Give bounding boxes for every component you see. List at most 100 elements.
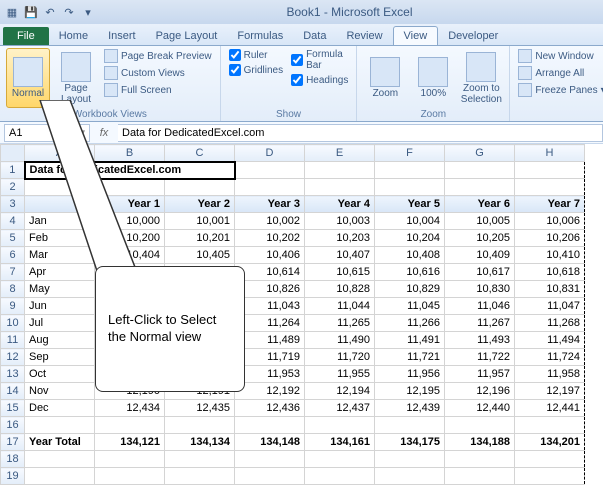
cell[interactable]: 10,614 xyxy=(235,264,305,281)
cell[interactable]: 11,268 xyxy=(515,315,585,332)
cell[interactable]: 10,406 xyxy=(235,247,305,264)
cell[interactable]: 12,194 xyxy=(305,383,375,400)
ruler-checkbox[interactable]: Ruler xyxy=(227,48,285,62)
cell[interactable]: 11,265 xyxy=(305,315,375,332)
cell[interactable]: 12,435 xyxy=(165,400,235,417)
cell[interactable]: 10,005 xyxy=(445,213,515,230)
new-window-button[interactable]: New Window xyxy=(516,48,603,64)
row-header[interactable]: 15 xyxy=(1,400,25,417)
cell[interactable]: 11,045 xyxy=(375,298,445,315)
cell[interactable]: 134,148 xyxy=(235,434,305,451)
cell[interactable]: 10,006 xyxy=(515,213,585,230)
cell[interactable]: 10,615 xyxy=(305,264,375,281)
cell[interactable]: 134,134 xyxy=(165,434,235,451)
tab-review[interactable]: Review xyxy=(336,27,392,45)
cell[interactable]: 10,200 xyxy=(95,230,165,247)
worksheet-grid[interactable]: ABCDEFGH1Data for DedicatedExcel.com23Ye… xyxy=(0,144,603,485)
arrange-all-button[interactable]: Arrange All xyxy=(516,65,603,81)
cell[interactable]: 10,004 xyxy=(375,213,445,230)
cell[interactable]: 10,206 xyxy=(515,230,585,247)
cell[interactable]: 10,001 xyxy=(165,213,235,230)
cell[interactable] xyxy=(25,196,95,213)
cell[interactable]: 11,047 xyxy=(515,298,585,315)
tab-home[interactable]: Home xyxy=(49,27,98,45)
full-screen-button[interactable]: Full Screen xyxy=(102,82,214,98)
cell[interactable]: 11,493 xyxy=(445,332,515,349)
cell[interactable]: 12,441 xyxy=(515,400,585,417)
cell[interactable]: 10,828 xyxy=(305,281,375,298)
cell[interactable]: Sep xyxy=(25,349,95,366)
cell[interactable]: Jan xyxy=(25,213,95,230)
cell[interactable]: 11,264 xyxy=(235,315,305,332)
cell[interactable]: 11,267 xyxy=(445,315,515,332)
cell[interactable]: 10,204 xyxy=(375,230,445,247)
cell[interactable]: Jul xyxy=(25,315,95,332)
cell[interactable]: 10,829 xyxy=(375,281,445,298)
zoom-selection-button[interactable]: Zoom to Selection xyxy=(459,48,503,108)
cell[interactable]: 12,197 xyxy=(515,383,585,400)
cell[interactable]: 11,494 xyxy=(515,332,585,349)
cell[interactable]: 11,721 xyxy=(375,349,445,366)
cell[interactable]: 11,722 xyxy=(445,349,515,366)
cell[interactable]: Year 6 xyxy=(445,196,515,213)
col-header[interactable]: B xyxy=(95,145,165,162)
tab-view[interactable]: View xyxy=(393,26,439,45)
cell[interactable]: 10,003 xyxy=(305,213,375,230)
tab-insert[interactable]: Insert xyxy=(98,27,146,45)
normal-view-button[interactable]: Normal xyxy=(6,48,50,108)
cell[interactable]: 12,437 xyxy=(305,400,375,417)
row-header[interactable]: 12 xyxy=(1,349,25,366)
cell[interactable]: Jun xyxy=(25,298,95,315)
cell[interactable]: 11,266 xyxy=(375,315,445,332)
cell[interactable]: Nov xyxy=(25,383,95,400)
freeze-panes-button[interactable]: Freeze Panes ▾ xyxy=(516,82,603,98)
cell[interactable]: 12,196 xyxy=(445,383,515,400)
qat-customize-icon[interactable]: ▾ xyxy=(80,4,96,20)
cell[interactable]: 10,409 xyxy=(445,247,515,264)
col-header[interactable]: E xyxy=(305,145,375,162)
cell[interactable]: May xyxy=(25,281,95,298)
cell[interactable]: Feb xyxy=(25,230,95,247)
row-header[interactable]: 2 xyxy=(1,179,25,196)
page-break-preview-button[interactable]: Page Break Preview xyxy=(102,48,214,64)
col-header[interactable]: D xyxy=(235,145,305,162)
cell[interactable]: 134,201 xyxy=(515,434,585,451)
cell[interactable]: 10,000 xyxy=(95,213,165,230)
cell[interactable]: 12,434 xyxy=(95,400,165,417)
cell[interactable]: 10,405 xyxy=(165,247,235,264)
cell[interactable]: 11,489 xyxy=(235,332,305,349)
gridlines-checkbox[interactable]: Gridlines xyxy=(227,63,285,77)
cell[interactable]: Year 7 xyxy=(515,196,585,213)
tab-developer[interactable]: Developer xyxy=(438,27,508,45)
col-header[interactable]: A xyxy=(25,145,95,162)
cell[interactable]: 10,617 xyxy=(445,264,515,281)
cell[interactable]: 11,724 xyxy=(515,349,585,366)
row-header[interactable]: 7 xyxy=(1,264,25,281)
cell[interactable]: 10,203 xyxy=(305,230,375,247)
cell[interactable]: 10,201 xyxy=(165,230,235,247)
cell[interactable]: 11,953 xyxy=(235,366,305,383)
select-all-corner[interactable] xyxy=(1,145,25,162)
cell[interactable]: 134,121 xyxy=(95,434,165,451)
col-header[interactable]: C xyxy=(165,145,235,162)
save-icon[interactable]: 💾 xyxy=(23,4,39,20)
cell[interactable]: Mar xyxy=(25,247,95,264)
undo-icon[interactable]: ↶ xyxy=(42,4,58,20)
cell[interactable]: Year 1 xyxy=(95,196,165,213)
cell[interactable]: 10,831 xyxy=(515,281,585,298)
col-header[interactable]: H xyxy=(515,145,585,162)
row-header[interactable]: 4 xyxy=(1,213,25,230)
cell[interactable]: Data for DedicatedExcel.com xyxy=(25,162,235,179)
row-header[interactable]: 9 xyxy=(1,298,25,315)
cell[interactable]: 12,192 xyxy=(235,383,305,400)
row-header[interactable]: 5 xyxy=(1,230,25,247)
cell[interactable]: 11,720 xyxy=(305,349,375,366)
col-header[interactable]: F xyxy=(375,145,445,162)
row-header[interactable]: 11 xyxy=(1,332,25,349)
redo-icon[interactable]: ↷ xyxy=(61,4,77,20)
cell[interactable]: 10,002 xyxy=(235,213,305,230)
cell[interactable]: 10,205 xyxy=(445,230,515,247)
row-header[interactable]: 18 xyxy=(1,451,25,468)
formula-input[interactable]: Data for DedicatedExcel.com xyxy=(118,124,603,142)
cell[interactable]: Year 2 xyxy=(165,196,235,213)
